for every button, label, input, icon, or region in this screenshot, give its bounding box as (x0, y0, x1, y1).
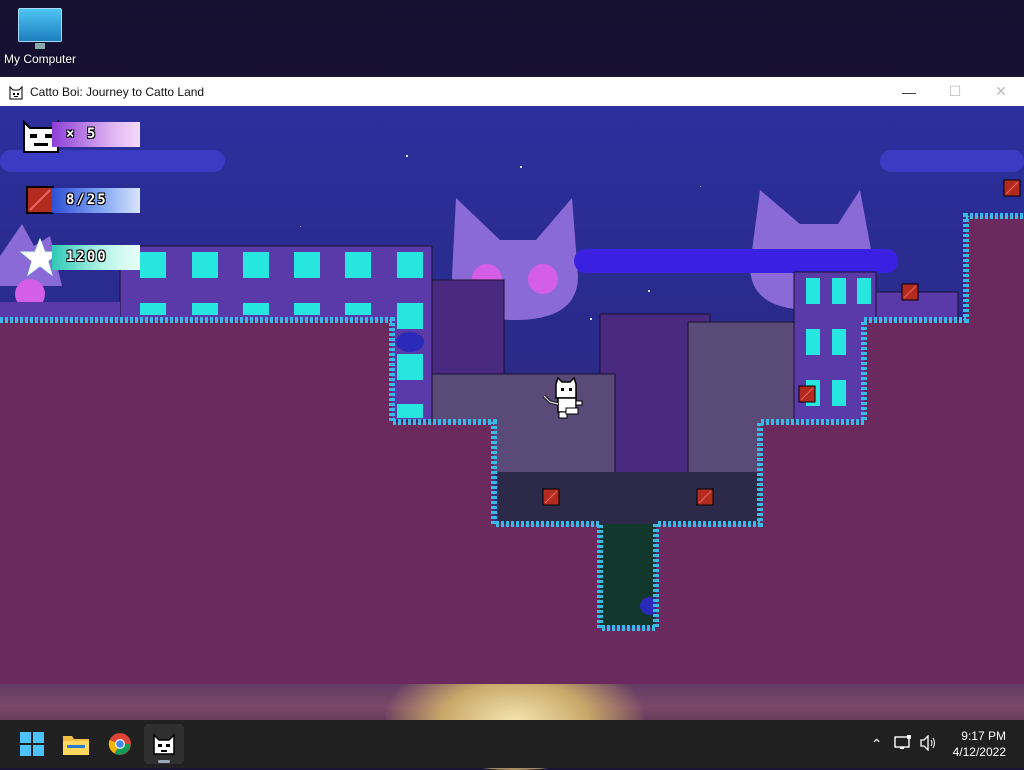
minimize-button[interactable]: — (886, 77, 932, 106)
hud-lives: × 5 (0, 119, 140, 153)
desktop-icon-label: My Computer (3, 52, 77, 66)
red-gem-icon (26, 186, 54, 214)
cloud-right (880, 150, 1024, 172)
maximize-button[interactable]: ☐ (932, 77, 978, 106)
close-button[interactable]: ✕ (978, 77, 1024, 106)
computer-monitor-icon (18, 8, 62, 49)
gem-1 (1003, 179, 1021, 197)
gem-4 (542, 488, 560, 506)
chrome-icon[interactable] (100, 724, 140, 764)
lives-counter: × 5 (52, 122, 140, 147)
file-explorer-icon[interactable] (56, 724, 96, 764)
gem-2 (901, 283, 919, 301)
game-canvas[interactable]: × 5 8/25 1200 (0, 106, 1024, 684)
pit-floor (498, 472, 760, 524)
chevron-up-icon[interactable]: ⌃ (865, 736, 889, 753)
gem-5 (696, 488, 714, 506)
game-scene (0, 150, 1024, 684)
gems-counter: 8/25 (52, 188, 140, 213)
building-mid-dark (431, 279, 505, 377)
windows-start-icon[interactable] (12, 724, 52, 764)
hud-score: 1200 (0, 237, 140, 277)
catto-boi-icon[interactable] (144, 724, 184, 764)
network-icon[interactable] (891, 734, 915, 754)
volume-icon[interactable] (917, 733, 941, 754)
clock-time: 9:17 PM (961, 729, 1006, 743)
score-counter: 1200 (52, 245, 140, 270)
gem-3 (798, 385, 816, 403)
game-window: Catto Boi: Journey to Catto Land — ☐ ✕ ×… (0, 77, 1024, 684)
cloud-band (574, 249, 898, 273)
system-tray: ⌃ 9:17 PM 4/12/2022 (865, 720, 1024, 768)
desktop-icon-my-computer[interactable]: My Computer (2, 8, 78, 66)
taskbar: ⌃ 9:17 PM 4/12/2022 (0, 720, 1024, 768)
window-titlebar[interactable]: Catto Boi: Journey to Catto Land — ☐ ✕ (0, 77, 1024, 106)
hud-gems: 8/25 (0, 186, 140, 214)
clock-date: 4/12/2022 (952, 745, 1006, 759)
taskbar-clock[interactable]: 9:17 PM 4/12/2022 (953, 728, 1006, 760)
cat-app-icon (9, 85, 23, 99)
window-title: Catto Boi: Journey to Catto Land (30, 84, 205, 99)
